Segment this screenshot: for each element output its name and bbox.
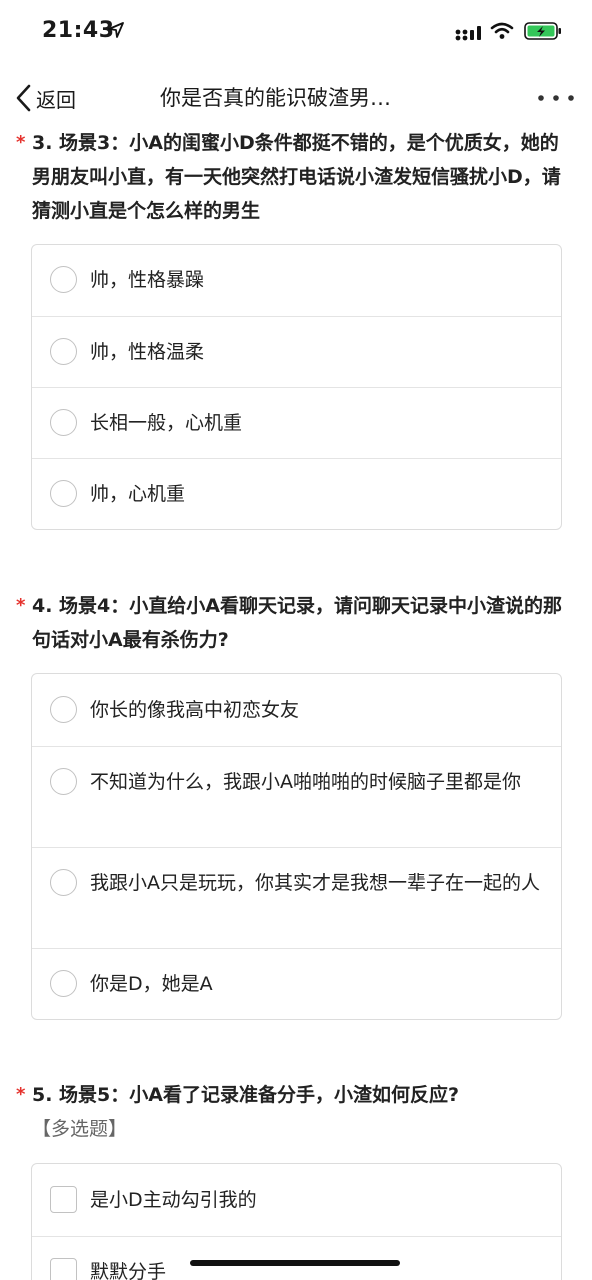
radio-button[interactable]: [50, 768, 77, 795]
checkbox[interactable]: [50, 1186, 77, 1213]
status-time: 21:43: [42, 18, 115, 43]
option-row[interactable]: 你长的像我高中初恋女友: [32, 674, 561, 746]
question-4: * 4. 场景4：小直给小A看聊天记录，请问聊天记录中小渣说的那句话对小A最有杀…: [0, 589, 592, 657]
radio-button[interactable]: [50, 696, 77, 723]
option-row[interactable]: 不知道为什么，我跟小A啪啪啪的时候脑子里都是你: [32, 746, 561, 847]
option-row[interactable]: 帅，性格温柔: [32, 316, 561, 387]
radio-button[interactable]: [50, 266, 77, 293]
option-row[interactable]: 帅，心机重: [32, 458, 561, 529]
home-indicator: [190, 1260, 400, 1266]
question-text: 4. 场景4：小直给小A看聊天记录，请问聊天记录中小渣说的那句话对小A最有杀伤力…: [32, 595, 562, 651]
option-label: 帅，性格温柔: [90, 341, 205, 363]
question-5: * 5. 场景5：小A看了记录准备分手，小渣如何反应? 【多选题】: [0, 1078, 592, 1146]
checkbox[interactable]: [50, 1258, 77, 1280]
more-options-icon[interactable]: [536, 92, 576, 104]
option-label: 不知道为什么，我跟小A啪啪啪的时候脑子里都是你: [90, 771, 521, 793]
options-list: 帅，性格暴躁 帅，性格温柔 长相一般，心机重 帅，心机重: [31, 244, 562, 530]
question-title: * 5. 场景5：小A看了记录准备分手，小渣如何反应?: [0, 1078, 592, 1112]
radio-button[interactable]: [50, 409, 77, 436]
page-title: 你是否真的能识破渣男…: [160, 86, 391, 110]
option-label: 帅，性格暴躁: [90, 269, 205, 291]
option-row[interactable]: 默默分手: [32, 1236, 561, 1280]
wifi-icon: [490, 22, 514, 39]
required-star: *: [16, 595, 26, 616]
back-button[interactable]: 返回: [14, 80, 76, 116]
question-title: * 3. 场景3：小A的闺蜜小D条件都挺不错的，是个优质女，她的男朋友叫小直，有…: [0, 126, 592, 228]
radio-button[interactable]: [50, 338, 77, 365]
chevron-left-icon: [16, 84, 31, 112]
option-label: 你长的像我高中初恋女友: [90, 699, 300, 721]
option-label: 默默分手: [90, 1261, 167, 1280]
option-row[interactable]: 我跟小A只是玩玩，你其实才是我想一辈子在一起的人: [32, 847, 561, 948]
radio-button[interactable]: [50, 970, 77, 997]
question-text: 3. 场景3：小A的闺蜜小D条件都挺不错的，是个优质女，她的男朋友叫小直，有一天…: [32, 132, 561, 222]
option-row[interactable]: 你是D，她是A: [32, 948, 561, 1019]
back-label: 返回: [36, 87, 76, 112]
survey-page: 21:43 返回 你是否真的能识破渣男… * 3. 场景3：小A的闺蜜小D条件都…: [0, 0, 592, 1280]
multi-select-hint: 【多选题】: [32, 1118, 128, 1140]
required-star: *: [16, 132, 26, 153]
radio-button[interactable]: [50, 480, 77, 507]
cellular-signal-icon: [455, 26, 481, 41]
location-arrow-icon: [108, 22, 124, 38]
option-row[interactable]: 是小D主动勾引我的: [32, 1164, 561, 1236]
option-label: 我跟小A只是玩玩，你其实才是我想一辈子在一起的人: [90, 872, 540, 894]
status-bar: 21:43: [0, 0, 592, 66]
option-label: 你是D，她是A: [90, 973, 213, 995]
question-3: * 3. 场景3：小A的闺蜜小D条件都挺不错的，是个优质女，她的男朋友叫小直，有…: [0, 126, 592, 228]
question-title: * 4. 场景4：小直给小A看聊天记录，请问聊天记录中小渣说的那句话对小A最有杀…: [0, 589, 592, 657]
option-label: 长相一般，心机重: [90, 412, 243, 434]
option-label: 帅，心机重: [90, 483, 186, 505]
option-row[interactable]: 长相一般，心机重: [32, 387, 561, 458]
radio-button[interactable]: [50, 869, 77, 896]
options-list: 你长的像我高中初恋女友 不知道为什么，我跟小A啪啪啪的时候脑子里都是你 我跟小A…: [31, 673, 562, 1020]
battery-charging-icon: [524, 22, 561, 40]
option-row[interactable]: 帅，性格暴躁: [32, 245, 561, 316]
question-text: 5. 场景5：小A看了记录准备分手，小渣如何反应?: [32, 1084, 460, 1106]
required-star: *: [16, 1084, 26, 1105]
nav-bar: 返回 你是否真的能识破渣男…: [0, 66, 592, 130]
option-label: 是小D主动勾引我的: [90, 1189, 257, 1211]
